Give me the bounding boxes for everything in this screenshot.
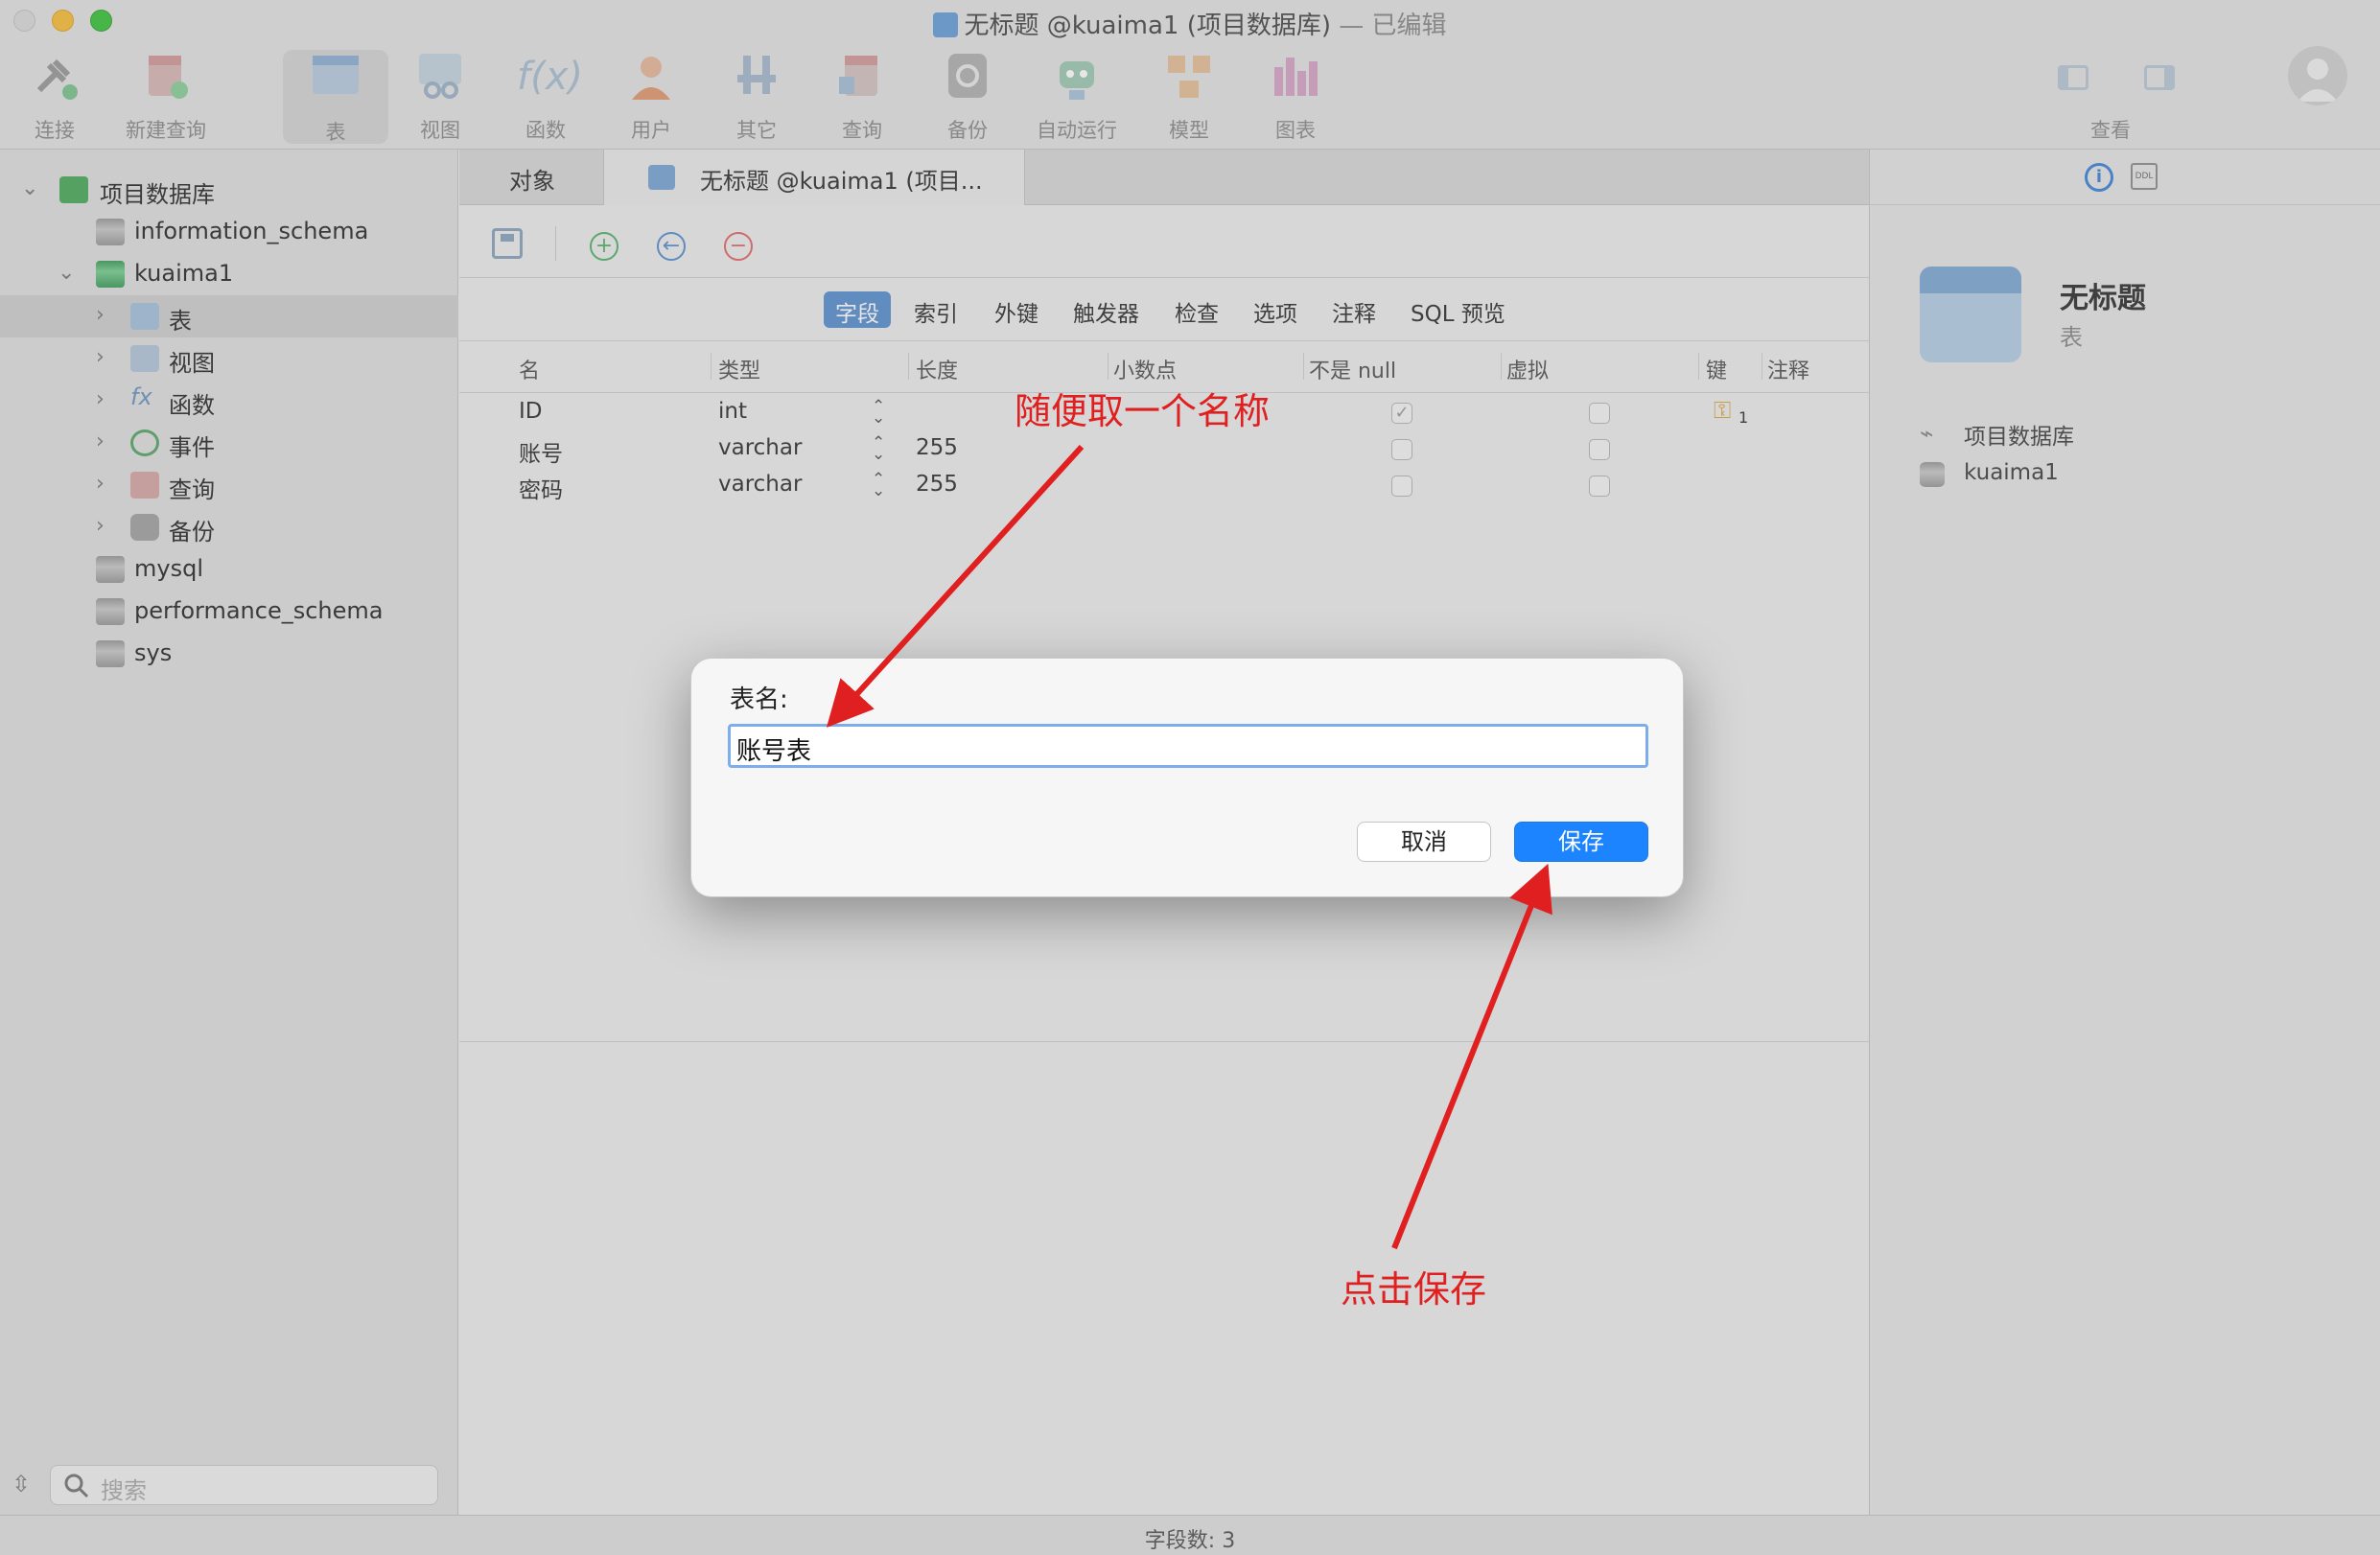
save-button[interactable]: 保存 <box>1514 822 1648 862</box>
cancel-button[interactable]: 取消 <box>1357 822 1491 862</box>
annotation-name-hint: 随便取一个名称 <box>1015 390 1271 432</box>
table-name-label: 表名: <box>730 685 788 714</box>
app-window: 无标题 @kuaima1 (项目数据库) — 已编辑 连接 新建查询 表 视图 … <box>0 0 2380 1555</box>
annotation-save-hint: 点击保存 <box>1341 1268 1487 1311</box>
table-name-input[interactable]: 账号表 <box>728 724 1648 768</box>
table-name-dialog: 表名: 账号表 取消 保存 <box>690 658 1684 897</box>
